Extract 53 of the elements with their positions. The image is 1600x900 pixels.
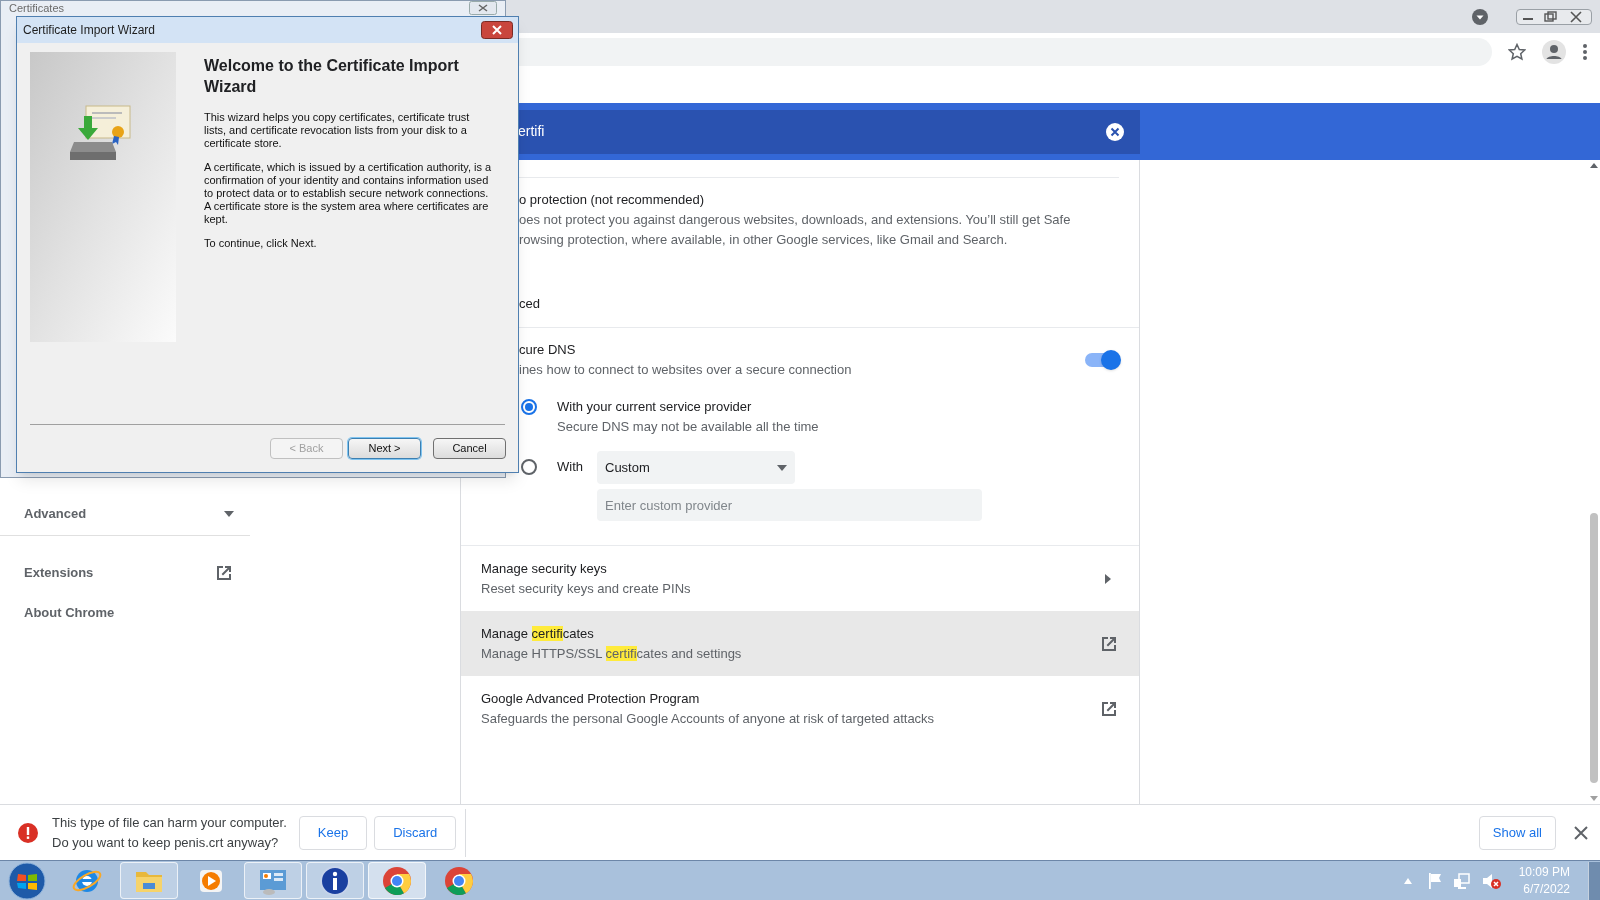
section-heading: ced xyxy=(519,296,540,311)
row-title: Manage security keys xyxy=(481,559,608,578)
clear-search-icon[interactable] xyxy=(1106,122,1124,141)
external-link-icon xyxy=(214,563,234,583)
taskbar-button[interactable] xyxy=(368,862,426,899)
show-all-button[interactable]: Show all xyxy=(1478,815,1556,850)
radio-label: With xyxy=(557,458,583,476)
setting-title: cure DNS xyxy=(519,341,577,359)
setting-description: ines how to connect to websites over a secure connection xyxy=(519,361,853,379)
taskbar-button[interactable] xyxy=(306,862,364,899)
row-title: Manage certificates xyxy=(481,624,595,643)
option-description: oes not protect you against dangerous websites, downloads, and extensions. You’ll still get Safe xyxy=(519,211,1072,229)
close-icon[interactable] xyxy=(481,21,513,39)
row-description: Manage HTTPS/SSL certificates and settings xyxy=(481,644,743,663)
wizard-heading: Welcome to the Certificate Import Wizard xyxy=(204,56,460,97)
speaker-muted-icon[interactable] xyxy=(1480,871,1501,890)
wizard-paragraph: This wizard helps you copy certificates, certificate trust lists, and certificate revocation lists from your disk to a certificate store. xyxy=(204,111,471,150)
download-action-button[interactable]: Discard xyxy=(374,815,457,850)
window-title: Certificate Import Wizard xyxy=(23,22,156,39)
wizard-paragraph: To continue, click Next. xyxy=(204,237,318,250)
sidebar-item[interactable]: About Chrome xyxy=(0,593,250,633)
start-button-icon[interactable] xyxy=(8,861,46,900)
caret-icon xyxy=(777,464,787,471)
radio-button[interactable] xyxy=(521,459,537,475)
tab-search-icon[interactable] xyxy=(1472,8,1488,25)
radio-button[interactable] xyxy=(521,399,537,415)
sidebar-item[interactable]: Extensions xyxy=(0,553,250,593)
download-action-button[interactable]: Keep xyxy=(298,815,368,850)
wizard-button[interactable]: Next > xyxy=(348,438,421,459)
row-description: Reset security keys and create PINs xyxy=(481,579,692,598)
wizard-button[interactable]: Cancel xyxy=(433,438,506,459)
settings-row[interactable]: Manage certificates Manage HTTPS/SSL certificates and settings xyxy=(461,611,1139,676)
window-title: Certificates xyxy=(9,1,65,16)
toggle-switch[interactable] xyxy=(1085,353,1119,367)
sidebar-item[interactable]: Advanced xyxy=(0,494,250,534)
custom-provider-field[interactable]: Enter custom provider xyxy=(597,489,982,521)
row-title: Google Advanced Protection Program xyxy=(481,689,701,708)
option-description: rowsing protection, where available, in other Google services, like Gmail and Search. xyxy=(519,231,1009,249)
menu-icon[interactable] xyxy=(1582,42,1588,61)
provider-dropdown[interactable]: Custom xyxy=(597,451,795,484)
caret-icon xyxy=(224,511,234,517)
profile-icon[interactable] xyxy=(1542,39,1566,64)
option-title: o protection (not recommended) xyxy=(519,191,705,209)
bookmark-star-icon[interactable] xyxy=(1508,42,1526,61)
radio-description: Secure DNS may not be available all the time xyxy=(557,418,819,436)
close-icon[interactable] xyxy=(1574,825,1588,840)
wizard-paragraph: A certificate, which is issued by a certification authority, is a confirmation of your identity and contains information used to protect data or to establish secure network connections. A certificate store is the system area where certificates are kept. xyxy=(204,161,493,226)
arrow-right-icon xyxy=(1105,573,1111,584)
download-warning: Do you want to keep penis.crt anyway? xyxy=(52,833,280,852)
download-warning: This type of file can harm your computer. xyxy=(52,813,287,832)
row-description: Safeguards the personal Google Accounts of anyone at risk of targeted attacks xyxy=(481,709,936,728)
error-icon xyxy=(18,822,38,843)
radio-label: With your current service provider xyxy=(557,398,753,416)
